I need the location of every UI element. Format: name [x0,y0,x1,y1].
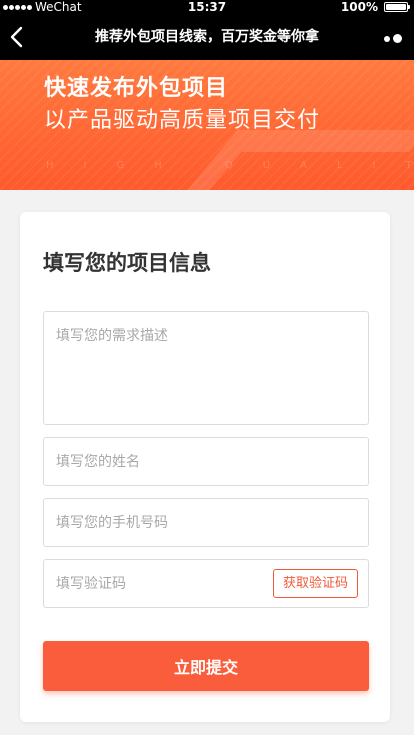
chevron-left-icon[interactable] [6,24,30,50]
submit-button[interactable]: 立即提交 [43,641,369,691]
more-dots-icon[interactable] [382,32,404,45]
battery-level-fill [386,4,406,10]
description-field-box [43,311,369,425]
battery-icon [384,2,410,12]
nav-bar: 推荐外包项目线索，百万奖金等你拿 [0,14,414,60]
banner-subheadline: 以产品驱动高质量项目交付 [44,108,321,133]
get-code-button[interactable]: 获取验证码 [272,569,358,598]
battery-percent: 100% [340,0,378,14]
banner-headline: 快速发布外包项目 [44,76,229,101]
page-title: 推荐外包项目线索，百万奖金等你拿 [95,29,319,45]
verification-field-box: 获取验证码 [43,559,369,608]
phone-field-box [43,498,369,547]
name-field-box [43,437,369,486]
banner-watermark: HIGH QUALITY [46,160,414,171]
hero-banner: 快速发布外包项目 以产品驱动高质量项目交付 HIGH QUALITY [0,60,414,190]
description-input[interactable] [44,312,368,424]
form-title: 填写您的项目信息 [43,251,211,275]
battery-info: 100% [340,0,410,14]
verification-code-input[interactable] [44,560,244,607]
phone-input[interactable] [44,499,368,546]
name-input[interactable] [44,438,368,485]
project-form-card: 填写您的项目信息 获取验证码 立即提交 [20,212,390,722]
status-bar: WeChat 15:37 100% [0,0,414,14]
